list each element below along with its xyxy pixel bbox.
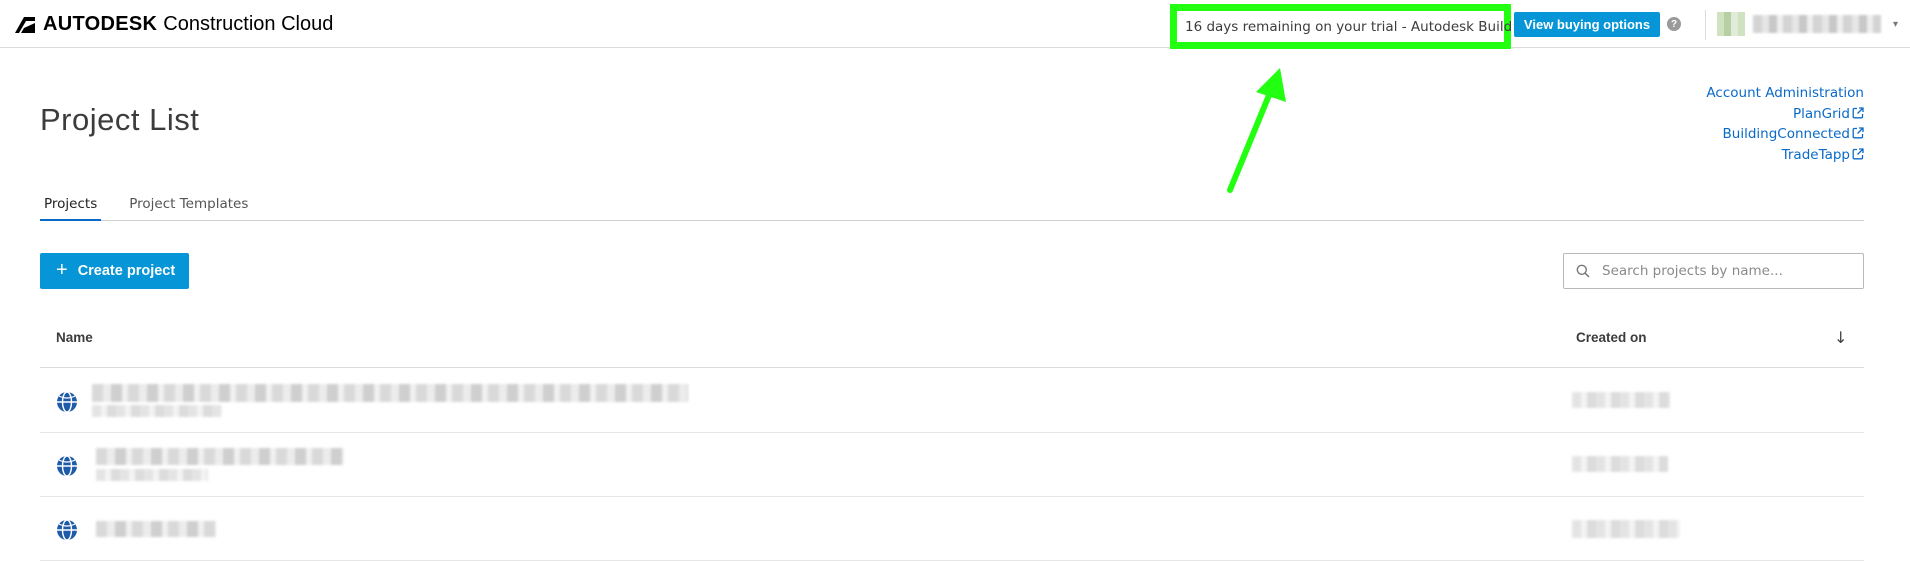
buildingconnected-link[interactable]: BuildingConnected (1706, 124, 1864, 145)
external-links: Account Administration PlanGrid Building… (1706, 83, 1864, 165)
autodesk-mark-icon (15, 16, 35, 33)
help-icon[interactable]: ? (1667, 17, 1681, 31)
project-subtitle-redacted (96, 469, 208, 481)
created-date-redacted (1572, 392, 1670, 408)
trial-banner: 16 days remaining on your trial - Autode… (1170, 4, 1513, 49)
external-link-icon (1852, 127, 1864, 139)
page-title: Project List (40, 102, 200, 137)
link-label: PlanGrid (1792, 105, 1850, 122)
globe-icon (57, 519, 77, 541)
view-buying-options-button[interactable]: View buying options (1514, 12, 1660, 37)
table-header: Name Created on ↓ (40, 310, 1864, 368)
tab-projects[interactable]: Projects (40, 196, 102, 221)
chevron-down-icon: ▾ (1893, 18, 1899, 30)
plus-icon: + (56, 259, 68, 281)
created-date-redacted (1572, 456, 1668, 472)
product-name: Construction Cloud (163, 13, 334, 35)
search-input[interactable] (1600, 262, 1860, 280)
globe-icon (57, 455, 77, 477)
project-name-redacted (96, 521, 216, 537)
create-project-button[interactable]: + Create project (40, 253, 189, 289)
search-icon (1576, 264, 1590, 278)
account-administration-link[interactable]: Account Administration (1706, 83, 1864, 104)
autodesk-logo[interactable]: AUTODESK Construction Cloud (15, 13, 333, 36)
tradetapp-link[interactable]: TradeTapp (1706, 145, 1864, 166)
avatar (1717, 12, 1745, 36)
search-box (1563, 253, 1864, 289)
sort-arrow-down-icon[interactable]: ↓ (1834, 328, 1847, 347)
table-row[interactable] (40, 497, 1864, 561)
external-link-icon (1852, 106, 1864, 118)
plangrid-link[interactable]: PlanGrid (1706, 104, 1864, 125)
tab-bar: Projects Project Templates (40, 196, 1864, 221)
external-link-icon (1852, 147, 1864, 159)
divider (1705, 10, 1706, 40)
project-subtitle-redacted (92, 405, 222, 417)
link-label: BuildingConnected (1722, 126, 1850, 142)
tab-project-templates[interactable]: Project Templates (125, 196, 252, 221)
globe-icon (57, 391, 77, 413)
link-label: TradeTapp (1781, 146, 1850, 163)
column-header-created-on[interactable]: Created on (1576, 330, 1647, 345)
project-name-redacted (96, 448, 344, 465)
user-name-redacted (1753, 15, 1881, 33)
top-bar: AUTODESK Construction Cloud 16 days rema… (0, 0, 1910, 49)
create-project-label: Create project (77, 263, 176, 279)
table-row[interactable] (40, 433, 1864, 497)
table-row[interactable] (40, 369, 1864, 433)
trial-text: 16 days remaining on your trial - Autode… (1185, 18, 1513, 35)
annotation-arrow-icon (1227, 68, 1286, 193)
column-header-name[interactable]: Name (56, 330, 93, 345)
brand-name: AUTODESK (43, 13, 158, 35)
created-date-redacted (1572, 520, 1680, 538)
project-name-redacted (92, 384, 688, 402)
user-menu[interactable]: ▾ (1717, 12, 1898, 36)
link-label: Account Administration (1706, 85, 1864, 101)
